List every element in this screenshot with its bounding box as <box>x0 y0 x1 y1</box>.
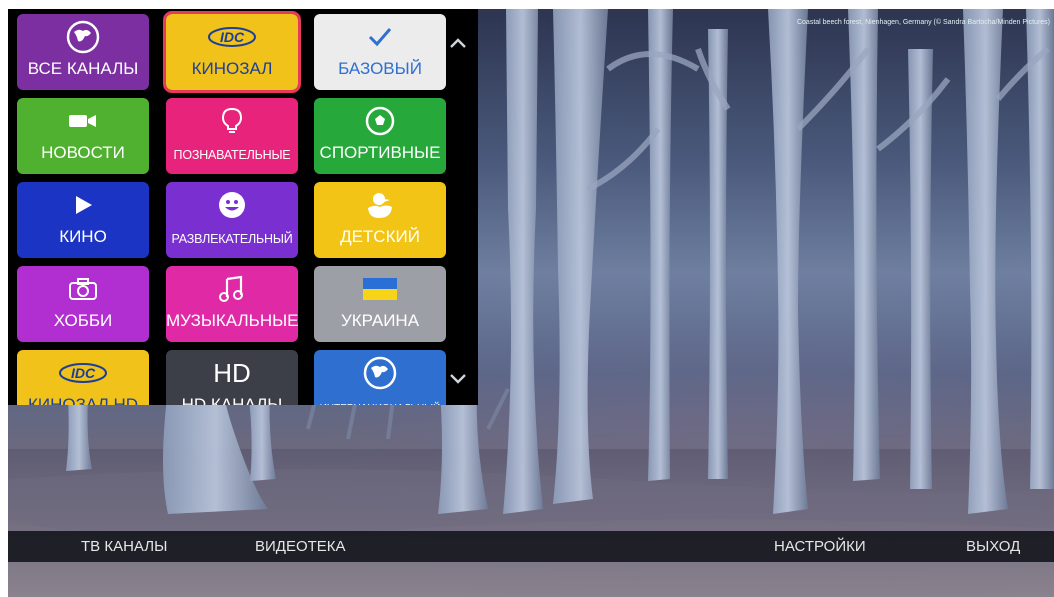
category-tile-label: КИНОЗАЛ <box>191 59 273 78</box>
nav-tv-channels[interactable]: ТВ КАНАЛЫ <box>81 531 167 562</box>
category-tile[interactable]: ДЕТСКИЙ <box>314 182 446 258</box>
category-tile-label: ВСЕ КАНАЛЫ <box>27 59 139 78</box>
category-tile-label: КИНО <box>59 227 107 246</box>
soccer-ball-icon <box>314 106 446 136</box>
ukraine-flag-icon <box>314 274 446 304</box>
category-tile-label: ХОББИ <box>53 311 113 330</box>
chevron-down-icon[interactable] <box>445 369 471 389</box>
category-tile[interactable]: ВСЕ КАНАЛЫ <box>17 14 149 90</box>
category-tile[interactable]: БАЗОВЫЙ <box>314 14 446 90</box>
category-tile-label: БАЗОВЫЙ <box>338 59 422 78</box>
play-icon <box>17 190 149 220</box>
category-menu-panel: ВСЕ КАНАЛЫ IDC КИНОЗАЛ БАЗОВЫЙ НОВОСТИ ПОЗНАВ… <box>8 9 478 405</box>
globe-icon <box>314 356 446 390</box>
nav-video-library[interactable]: ВИДЕОТЕКА <box>255 531 346 562</box>
bottom-navigation-bar: ТВ КАНАЛЫ ВИДЕОТЕКА НАСТРОЙКИ ВЫХОД <box>8 531 1054 562</box>
category-tile[interactable]: IDC КИНОЗАЛ HD <box>17 350 149 405</box>
category-tile[interactable]: МУЗЫКАЛЬНЫЕ <box>166 266 298 342</box>
category-tile-label: УКРАИНА <box>340 311 420 330</box>
category-tile[interactable]: ИНТЕРНАЦИОНАЛЬНЫЙ <box>314 350 446 405</box>
category-tile[interactable]: HD HD КАНАЛЫ <box>166 350 298 405</box>
category-tile-label: HD КАНАЛЫ <box>181 395 283 405</box>
smiley-icon <box>166 190 298 220</box>
category-tile[interactable]: УКРАИНА <box>314 266 446 342</box>
category-tile[interactable]: РАЗВЛЕКАТЕЛЬНЫЙ <box>166 182 298 258</box>
lightbulb-icon <box>166 106 298 136</box>
chevron-up-icon[interactable] <box>445 33 471 53</box>
checkmark-icon <box>314 22 446 52</box>
category-tile[interactable]: IDC КИНОЗАЛ <box>163 11 301 93</box>
nav-settings[interactable]: НАСТРОЙКИ <box>774 531 866 562</box>
category-tile[interactable]: ХОББИ <box>17 266 149 342</box>
category-tile-label: НОВОСТИ <box>41 143 125 162</box>
category-tile[interactable]: НОВОСТИ <box>17 98 149 174</box>
globe-icon <box>17 20 149 54</box>
category-tile-label: РАЗВЛЕКАТЕЛЬНЫЙ <box>171 232 293 246</box>
category-tile[interactable]: ПОЗНАВАТЕЛЬНЫЕ <box>166 98 298 174</box>
svg-text:IDC: IDC <box>71 365 96 381</box>
category-tile-label: СПОРТИВНЫЕ <box>319 143 441 162</box>
camera-icon <box>17 106 149 136</box>
category-tile[interactable]: СПОРТИВНЫЕ <box>314 98 446 174</box>
photo-credit: Coastal beech forest, Nienhagen, Germany… <box>796 19 1050 26</box>
duck-icon <box>314 190 446 220</box>
hd-icon: HD <box>213 357 251 388</box>
svg-text:IDC: IDC <box>220 29 245 45</box>
idc-logo-icon: IDC <box>17 358 149 388</box>
category-tile-label: ДЕТСКИЙ <box>340 227 420 246</box>
category-tile[interactable]: КИНО <box>17 182 149 258</box>
music-note-icon <box>166 274 298 304</box>
category-tile-label: КИНОЗАЛ HD <box>27 395 139 405</box>
photo-camera-icon <box>17 274 149 304</box>
idc-logo-icon: IDC <box>166 22 298 52</box>
category-tile-label: ПОЗНАВАТЕЛЬНЫЕ <box>173 148 291 162</box>
category-tile-label: МУЗЫКАЛЬНЫЕ <box>166 311 298 330</box>
category-tile-label: ИНТЕРНАЦИОНАЛЬНЫЙ <box>314 399 446 405</box>
nav-exit[interactable]: ВЫХОД <box>966 531 1020 562</box>
